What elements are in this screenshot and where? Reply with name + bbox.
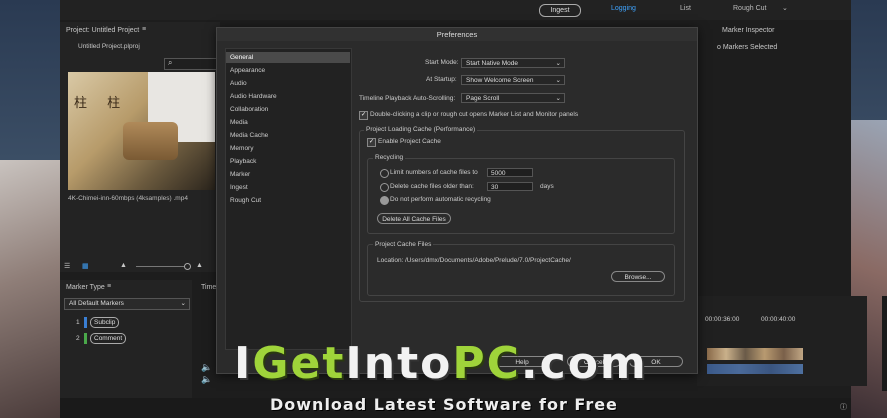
zoom-in-icon[interactable]: ▲ bbox=[196, 262, 203, 269]
at-startup-label: At Startup: bbox=[426, 76, 457, 83]
watermark: IGetIntoPC.com Download Latest Software … bbox=[226, 338, 666, 418]
timecode-label: 00:00:36:00 bbox=[705, 316, 740, 323]
timeline-tab[interactable]: Time bbox=[201, 284, 216, 291]
double-click-checkbox[interactable]: ✓ bbox=[359, 111, 368, 120]
panel-menu-icon[interactable]: ≡ bbox=[142, 26, 146, 33]
delete-older-input[interactable]: 30 bbox=[487, 182, 533, 191]
cache-files-group bbox=[367, 244, 675, 296]
sidebar-item-ingest[interactable]: Ingest bbox=[226, 182, 350, 193]
at-startup-value: Show Welcome Screen bbox=[466, 77, 534, 84]
location-label: Location: bbox=[377, 257, 404, 264]
marker-color-swatch bbox=[84, 333, 87, 344]
sidebar-item-media-cache[interactable]: Media Cache bbox=[226, 130, 350, 141]
chevron-down-icon: ⌄ bbox=[555, 77, 561, 84]
project-panel-title: Project: Untitled Project bbox=[66, 27, 140, 34]
icon-view-icon[interactable]: ▦ bbox=[82, 262, 89, 270]
thumbnail-signage: 柱 柱 bbox=[74, 96, 129, 111]
workspace-bar: Ingest Logging List Rough Cut ⌄ bbox=[60, 0, 851, 20]
no-recycle-label: Do not perform automatic recycling bbox=[390, 196, 491, 203]
marker-number: 2 bbox=[76, 335, 80, 342]
at-startup-select[interactable]: Show Welcome Screen ⌄ bbox=[461, 75, 565, 85]
watermark-logo: IGetIntoPC.com bbox=[234, 338, 648, 389]
browse-button[interactable]: Browse... bbox=[611, 271, 665, 282]
watermark-tagline: Download Latest Software for Free bbox=[270, 395, 618, 414]
sidebar-item-general[interactable]: General bbox=[226, 52, 350, 63]
start-mode-select[interactable]: Start Native Mode ⌄ bbox=[461, 58, 565, 68]
autoscroll-label: Timeline Playback Auto-Scrolling: bbox=[359, 95, 456, 102]
autoscroll-select[interactable]: Page Scroll ⌄ bbox=[461, 93, 565, 103]
marker-inspector-empty: o Markers Selected bbox=[717, 44, 778, 51]
marker-type-dropdown-value: All Default Markers bbox=[69, 300, 124, 307]
project-panel: Project: Untitled Project ≡ Untitled Pro… bbox=[60, 22, 220, 272]
sidebar-item-memory[interactable]: Memory bbox=[226, 143, 350, 154]
zoom-slider[interactable] bbox=[136, 266, 184, 267]
marker-panel-menu-icon[interactable]: ≡ bbox=[107, 283, 111, 290]
chevron-down-icon: ⌄ bbox=[555, 60, 561, 67]
delete-all-cache-button[interactable]: Delete All Cache Files bbox=[377, 213, 451, 224]
speaker-icon[interactable]: 🔈 bbox=[201, 374, 212, 385]
project-view-controls: ☰ ▦ ▲ ▲ bbox=[60, 262, 215, 272]
preferences-sidebar: General Appearance Audio Audio Hardware … bbox=[225, 48, 352, 350]
desktop-background-left bbox=[0, 160, 60, 418]
project-file-name[interactable]: Untitled Project.plproj bbox=[78, 43, 140, 50]
sidebar-item-audio[interactable]: Audio bbox=[226, 78, 350, 89]
workspace-rough-cut-tab[interactable]: Rough Cut bbox=[733, 5, 766, 12]
workspace-list-tab[interactable]: List bbox=[680, 5, 691, 12]
location-value: /Users/dmx/Documents/Adobe/Prelude/7.0/P… bbox=[405, 257, 571, 264]
audio-track-clip[interactable] bbox=[707, 364, 803, 374]
start-mode-value: Start Native Mode bbox=[466, 60, 519, 67]
zoom-out-icon[interactable]: ▲ bbox=[120, 262, 127, 269]
marker-inspector-title: Marker Inspector bbox=[722, 27, 775, 34]
clip-thumbnail[interactable]: 柱 柱 bbox=[68, 72, 215, 190]
workspace-logging-tab[interactable]: Logging bbox=[611, 5, 636, 12]
sidebar-item-media[interactable]: Media bbox=[226, 117, 350, 128]
days-label: days bbox=[540, 183, 554, 190]
search-icon: ⌕ bbox=[168, 58, 173, 67]
marker-type-comment[interactable]: Comment bbox=[90, 333, 127, 344]
timeline-panel: 00:00:36:00 00:00:40:00 bbox=[697, 296, 867, 386]
limit-radio[interactable] bbox=[380, 169, 389, 178]
clip-caption: 4K-Chimei-inn-60mbps (4ksamples) .mp4 bbox=[68, 195, 188, 202]
zoom-slider-handle[interactable] bbox=[184, 263, 191, 270]
sidebar-item-appearance[interactable]: Appearance bbox=[226, 65, 350, 76]
audio-meter bbox=[882, 296, 887, 391]
marker-number: 1 bbox=[76, 319, 80, 326]
timecode-label: 00:00:40:00 bbox=[761, 316, 796, 323]
recycling-title: Recycling bbox=[373, 154, 406, 161]
list-view-icon[interactable]: ☰ bbox=[64, 262, 70, 270]
enable-cache-checkbox[interactable]: ✓ bbox=[367, 138, 376, 147]
marker-type-subclip[interactable]: Subclip bbox=[90, 317, 120, 328]
sidebar-item-audio-hardware[interactable]: Audio Hardware bbox=[226, 91, 350, 102]
chevron-down-icon: ⌄ bbox=[180, 300, 186, 307]
start-mode-label: Start Mode: bbox=[425, 59, 459, 66]
chevron-down-icon: ⌄ bbox=[555, 95, 561, 102]
sidebar-item-playback[interactable]: Playback bbox=[226, 156, 350, 167]
speaker-icon[interactable]: 🔈 bbox=[201, 362, 212, 373]
autoscroll-value: Page Scroll bbox=[466, 95, 500, 102]
sidebar-item-marker[interactable]: Marker bbox=[226, 169, 350, 180]
sidebar-item-collaboration[interactable]: Collaboration bbox=[226, 104, 350, 115]
video-track-clip[interactable] bbox=[707, 348, 803, 360]
workspace-more-chevron-icon[interactable]: ⌄ bbox=[782, 4, 788, 12]
no-recycle-radio[interactable] bbox=[380, 196, 389, 205]
sidebar-item-rough-cut[interactable]: Rough Cut bbox=[226, 195, 350, 206]
marker-type-panel: Marker Type ≡ All Default Markers ⌄ 1 Su… bbox=[60, 280, 192, 405]
limit-input[interactable]: 5000 bbox=[487, 168, 533, 177]
workspace-ingest-tab[interactable]: Ingest bbox=[539, 4, 581, 17]
delete-older-label: Delete cache files older than: bbox=[390, 183, 474, 190]
preferences-dialog: Preferences General Appearance Audio Aud… bbox=[216, 27, 698, 374]
marker-type-title: Marker Type bbox=[66, 284, 105, 291]
dialog-title: Preferences bbox=[217, 28, 697, 41]
enable-cache-label: Enable Project Cache bbox=[378, 138, 441, 145]
thumbnail-steamer bbox=[123, 122, 178, 160]
cache-files-title: Project Cache Files bbox=[373, 241, 434, 248]
project-search-input[interactable]: ⌕ bbox=[164, 58, 218, 70]
cache-group-title: Project Loading Cache (Performance) bbox=[364, 126, 478, 133]
marker-color-swatch bbox=[84, 317, 87, 328]
double-click-label: Double-clicking a clip or rough cut open… bbox=[370, 111, 579, 118]
limit-label: Limit numbers of cache files to bbox=[390, 169, 478, 176]
delete-older-radio[interactable] bbox=[380, 183, 389, 192]
marker-type-dropdown[interactable]: All Default Markers ⌄ bbox=[64, 298, 190, 310]
info-icon[interactable]: ⓘ bbox=[840, 402, 847, 412]
